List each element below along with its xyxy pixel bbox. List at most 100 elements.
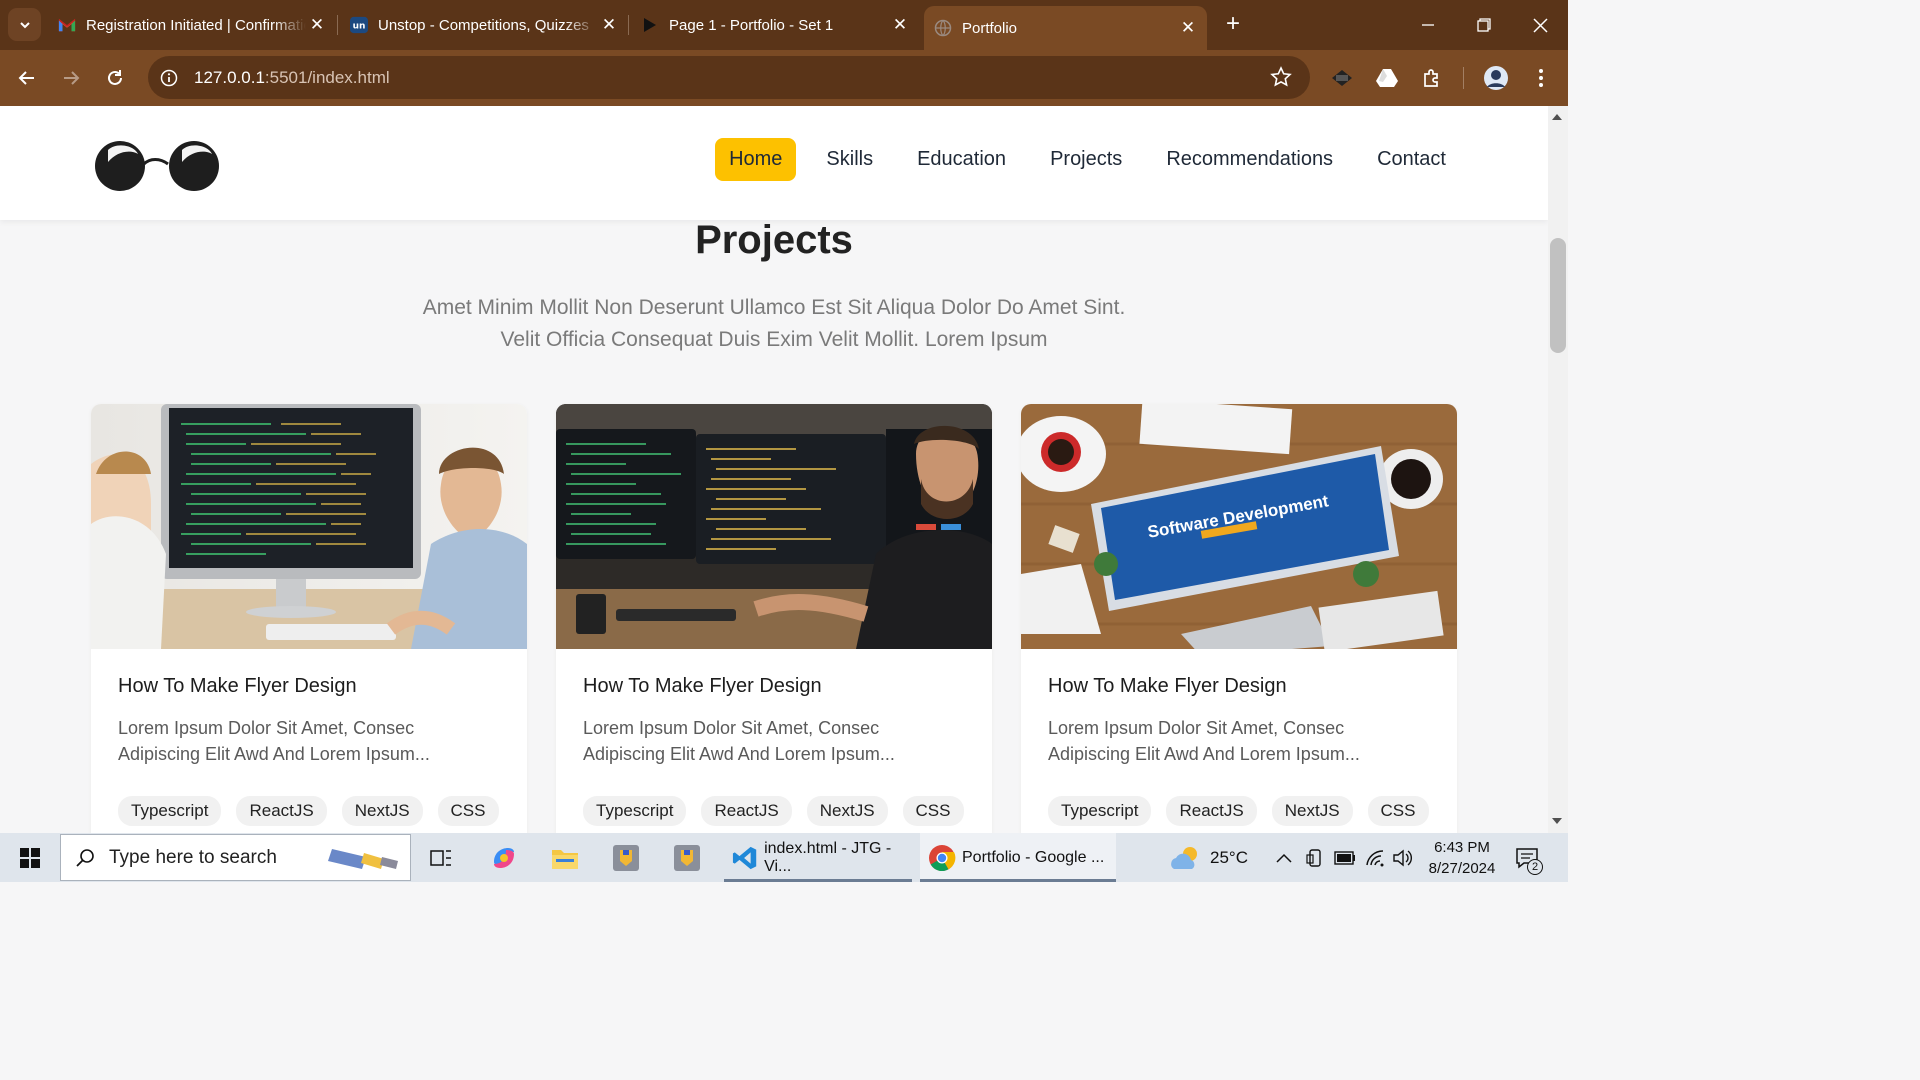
address-bar[interactable]: 127.0.0.1:5501/index.html	[148, 56, 1310, 99]
scroll-up-arrow-icon[interactable]	[1552, 114, 1562, 120]
project-description-line: Adipiscing Elit Awd And Lorem Ipsum...	[583, 744, 895, 764]
battery-button[interactable]	[1334, 833, 1356, 882]
start-button[interactable]	[8, 833, 52, 882]
nav-education[interactable]: Education	[903, 138, 1020, 181]
site-info-icon[interactable]	[158, 67, 180, 89]
project-title: How To Make Flyer Design	[583, 675, 822, 697]
site-header: Home Skills Education Projects Recommend…	[0, 106, 1548, 220]
restore-button[interactable]	[1456, 0, 1512, 50]
close-icon[interactable]: ✕	[889, 14, 911, 36]
tag-chip: CSS	[1367, 796, 1429, 826]
close-icon	[1532, 17, 1548, 33]
bookmark-star-icon[interactable]	[1270, 66, 1292, 88]
active-app-indicator	[920, 879, 1116, 882]
page-viewport: Home Skills Education Projects Recommend…	[0, 106, 1548, 833]
gmail-icon	[58, 16, 76, 34]
notification-center-button[interactable]: 2	[1515, 833, 1543, 882]
task-view-button[interactable]	[420, 833, 462, 882]
back-button[interactable]	[11, 62, 43, 94]
page-scrollbar[interactable]	[1548, 106, 1568, 833]
chevron-up-icon	[1276, 853, 1292, 863]
scrollbar-thumb[interactable]	[1550, 238, 1566, 353]
search-highlight-satellite-icon	[328, 849, 398, 869]
tab-portfolio[interactable]: Portfolio ✕	[924, 6, 1207, 50]
forward-button[interactable]	[55, 62, 87, 94]
restore-icon	[1477, 18, 1491, 32]
section-subtitle: Amet Minim Mollit Non Deserunt Ullamco E…	[0, 292, 1548, 356]
battery-icon	[1334, 850, 1355, 865]
tab-unstop[interactable]: un Unstop - Competitions, Quizzes ✕	[350, 0, 620, 50]
minimize-icon	[1422, 24, 1434, 26]
project-card[interactable]: How To Make Flyer Design Lorem Ipsum Dol…	[556, 404, 992, 833]
minimize-button[interactable]	[1400, 0, 1456, 50]
close-icon[interactable]: ✕	[598, 14, 620, 36]
scroll-down-arrow-icon[interactable]	[1552, 818, 1562, 824]
glasses-logo-icon	[95, 141, 219, 191]
tab-search-button[interactable]	[8, 8, 41, 41]
tab-divider	[337, 15, 338, 35]
tab-title: Unstop - Competitions, Quizzes	[378, 16, 589, 34]
weather-widget[interactable]: 25°C	[1168, 833, 1248, 882]
notification-count-badge: 2	[1527, 859, 1543, 875]
project-description-line: Lorem Ipsum Dolor Sit Amet, Consec	[583, 718, 880, 738]
taskbar-clock[interactable]: 6:43 PM 8/27/2024	[1422, 837, 1502, 879]
tab-divider	[628, 15, 629, 35]
show-hidden-icons-button[interactable]	[1276, 833, 1292, 882]
globe-icon	[934, 19, 952, 37]
url-host: 127.0.0.1	[194, 67, 265, 87]
tag-chip: NextJS	[806, 796, 888, 826]
profile-avatar[interactable]	[1480, 62, 1512, 94]
project-image	[91, 404, 527, 649]
pinned-app-button[interactable]	[604, 833, 648, 882]
taskbar-search-box[interactable]: Type here to search	[60, 834, 411, 881]
close-icon[interactable]: ✕	[306, 14, 328, 36]
tab-page1[interactable]: Page 1 - Portfolio - Set 1 ✕	[641, 0, 911, 50]
project-description-line: Adipiscing Elit Awd And Lorem Ipsum...	[118, 744, 430, 764]
google-drive-icon[interactable]	[1371, 62, 1403, 94]
tag-chip: CSS	[902, 796, 964, 826]
tab-gmail[interactable]: Registration Initiated | Confirmation ✕	[58, 0, 328, 50]
browser-menu-button[interactable]	[1525, 62, 1557, 94]
tag-chip: NextJS	[341, 796, 423, 826]
nav-projects[interactable]: Projects	[1036, 138, 1136, 181]
extensions-puzzle-icon[interactable]	[1416, 62, 1448, 94]
project-description: Lorem Ipsum Dolor Sit Amet, Consec Adipi…	[583, 715, 973, 767]
tab-title: Portfolio	[962, 19, 1018, 37]
speaker-icon	[1393, 849, 1412, 866]
taskbar-app-vscode[interactable]: index.html - JTG - Vi...	[724, 833, 912, 882]
volume-button[interactable]	[1393, 833, 1413, 882]
extension-icon[interactable]	[1326, 62, 1358, 94]
project-image	[556, 404, 992, 649]
pinned-app-button[interactable]	[665, 833, 709, 882]
close-icon[interactable]: ✕	[1177, 17, 1199, 39]
nav-home[interactable]: Home	[715, 138, 797, 181]
svg-text:un: un	[353, 22, 366, 32]
tag-chip: CSS	[437, 796, 499, 826]
chevron-down-icon	[19, 21, 30, 28]
tag-chip: NextJS	[1271, 796, 1353, 826]
arrow-left-icon	[18, 71, 34, 85]
device-tray-button[interactable]	[1306, 833, 1324, 882]
vscode-icon	[732, 846, 757, 869]
file-explorer-button[interactable]	[543, 833, 587, 882]
search-placeholder: Type here to search	[109, 846, 277, 868]
copilot-icon	[494, 847, 514, 868]
taskbar-app-chrome[interactable]: Portfolio - Google ...	[920, 833, 1116, 882]
weather-temp: 25°C	[1210, 847, 1248, 867]
copilot-button[interactable]	[482, 833, 526, 882]
url-path: :5501/index.html	[264, 67, 390, 87]
nav-skills[interactable]: Skills	[812, 138, 887, 181]
new-tab-button[interactable]: +	[1220, 12, 1246, 38]
nav-contact[interactable]: Contact	[1363, 138, 1460, 181]
close-window-button[interactable]	[1512, 0, 1568, 50]
tag-chip: Typescript	[118, 796, 222, 826]
project-card[interactable]: Software Development How To Make Flyer D…	[1021, 404, 1457, 833]
project-description: Lorem Ipsum Dolor Sit Amet, Consec Adipi…	[1048, 715, 1438, 767]
wifi-button[interactable]	[1365, 833, 1385, 882]
reload-button[interactable]	[99, 62, 131, 94]
project-title: How To Make Flyer Design	[1048, 675, 1287, 697]
nav-recommendations[interactable]: Recommendations	[1152, 138, 1347, 181]
tag-chip: ReactJS	[236, 796, 327, 826]
section-subtitle-line: Amet Minim Mollit Non Deserunt Ullamco E…	[422, 296, 1126, 319]
project-card[interactable]: How To Make Flyer Design Lorem Ipsum Dol…	[91, 404, 527, 833]
